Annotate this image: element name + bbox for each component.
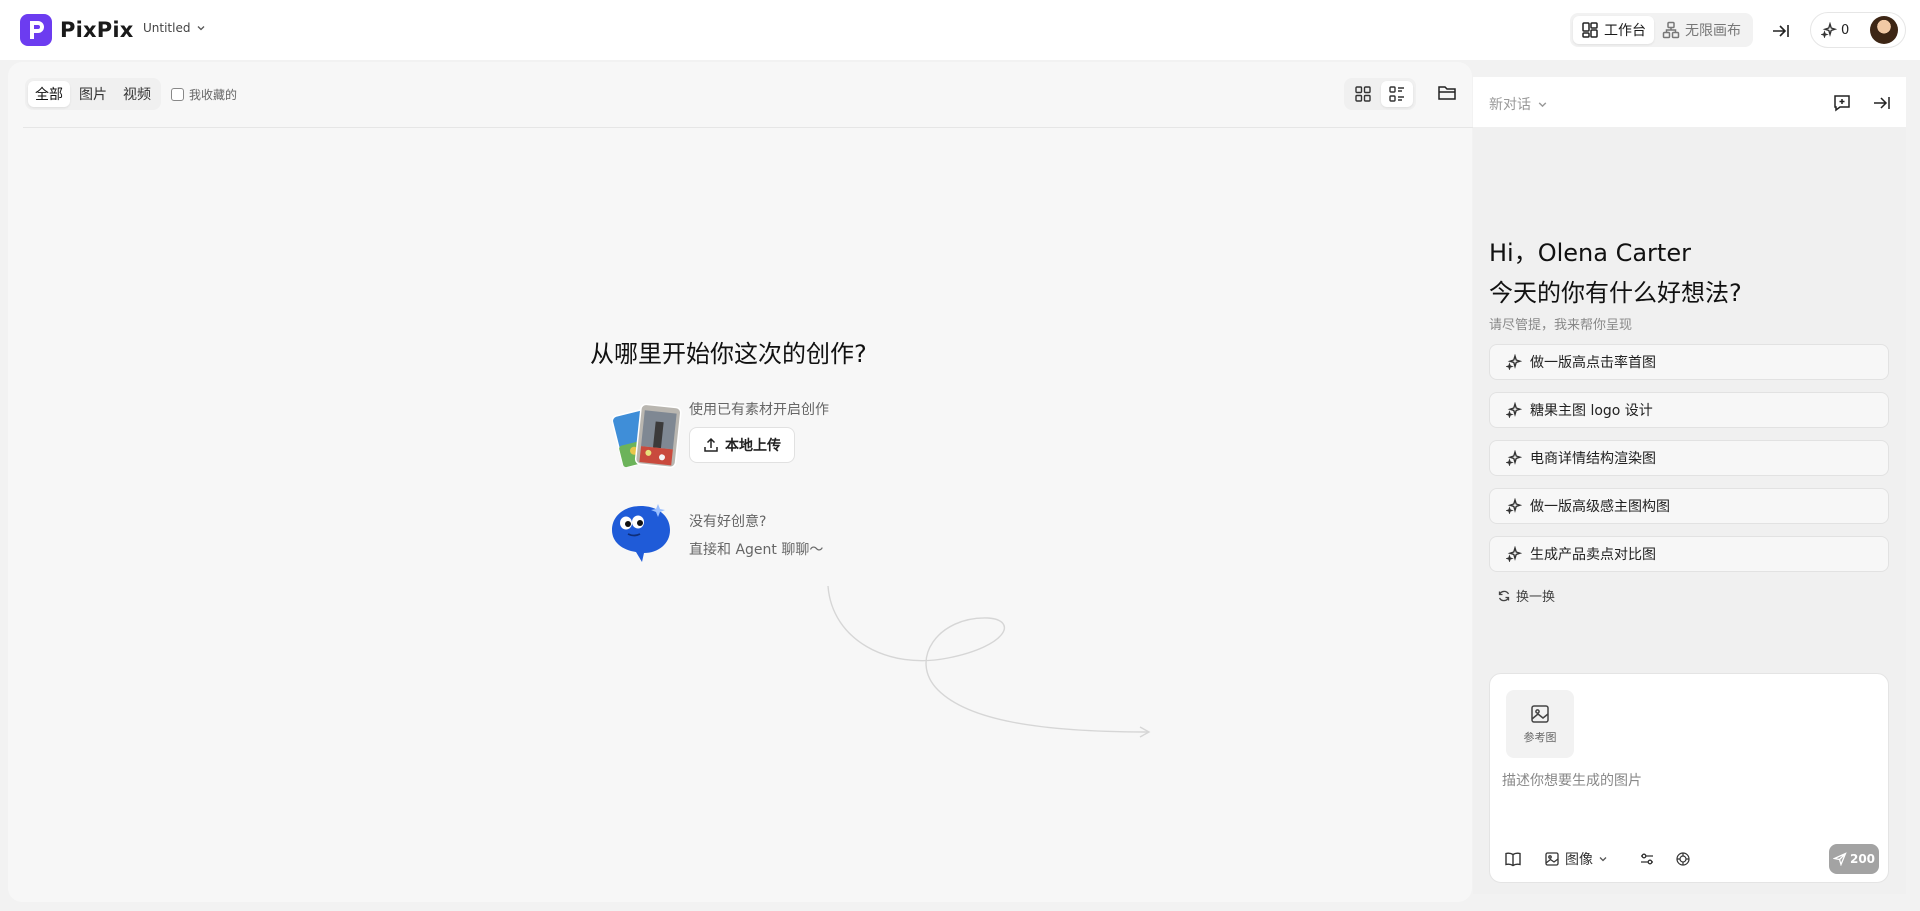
sitemap-icon	[1662, 21, 1680, 39]
new-chat-button[interactable]	[1831, 92, 1853, 114]
openai-icon	[1675, 851, 1691, 867]
sparkles-icon	[1821, 22, 1837, 38]
refresh-icon	[1497, 589, 1511, 603]
list-view-button[interactable]	[1381, 81, 1413, 107]
tab-videos[interactable]: 视频	[116, 81, 158, 107]
app-name: PixPix	[60, 18, 134, 42]
chevron-down-icon	[196, 23, 206, 33]
collapse-panel-button[interactable]	[1770, 20, 1792, 42]
image-icon	[1529, 703, 1551, 725]
arrow-right-bar-icon	[1871, 92, 1893, 114]
sparkles-icon	[1506, 402, 1522, 418]
empty-state-title: 从哪里开始你这次的创作?	[590, 340, 867, 368]
suggestion-chip[interactable]: 生成产品卖点对比图	[1489, 536, 1889, 572]
image-icon	[1544, 851, 1560, 867]
sample-images-thumbnail	[612, 402, 686, 472]
book-button[interactable]	[1502, 848, 1524, 870]
filter-bar: 全部 图片 视频 我收藏的	[25, 78, 237, 110]
suggestion-label: 做一版高级感主图构图	[1530, 499, 1670, 515]
upload-caption: 使用已有素材开启创作	[689, 402, 829, 418]
idea-hint: 直接和 Agent 聊聊～	[689, 542, 824, 558]
workspace-panel: 全部 图片 视频 我收藏的	[8, 62, 1473, 902]
divider	[23, 127, 1473, 128]
sparkles-icon	[1506, 450, 1522, 466]
send-cost: 200	[1849, 852, 1876, 866]
chat-panel: 新对话 Hi，Olena Carter 今天的你有什么好想法? 请尽管提，我来帮…	[1473, 77, 1906, 894]
grid-view-button[interactable]	[1347, 81, 1379, 107]
chevron-down-icon	[1598, 854, 1608, 864]
idea-question: 没有好创意?	[689, 514, 767, 530]
favorites-checkbox[interactable]	[171, 87, 184, 101]
tab-all[interactable]: 全部	[28, 81, 70, 107]
grid-view-icon	[1354, 85, 1372, 103]
reference-image-button[interactable]: 参考图	[1506, 690, 1574, 758]
canvas-tab[interactable]: 无限画布	[1654, 16, 1749, 44]
chevron-down-icon	[1537, 99, 1548, 110]
canvas-label: 无限画布	[1685, 23, 1741, 39]
credits-count: 0	[1841, 22, 1850, 38]
arrow-decoration	[818, 580, 1158, 740]
chat-header: 新对话	[1473, 77, 1906, 127]
grid-layout-icon	[1581, 21, 1599, 39]
upload-icon	[703, 437, 719, 453]
message-plus-icon	[1831, 92, 1853, 114]
sparkles-icon	[1506, 546, 1522, 562]
prompt-composer: 参考图 图像	[1489, 673, 1889, 883]
suggestion-label: 生成产品卖点对比图	[1530, 547, 1656, 563]
suggestion-label: 做一版高点击率首图	[1530, 355, 1656, 371]
pixpix-logo-icon	[20, 14, 52, 46]
prompt-input[interactable]	[1502, 770, 1878, 830]
file-title: Untitled	[143, 21, 191, 35]
settings-button[interactable]	[1636, 848, 1658, 870]
workspace-label: 工作台	[1604, 23, 1646, 39]
greeting-line-2: 今天的你有什么好想法?	[1489, 279, 1742, 307]
top-bar: PixPix Untitled 工作台 无限画布 0	[0, 0, 1920, 60]
workspace-tab[interactable]: 工作台	[1573, 16, 1654, 44]
model-type-dropdown[interactable]: 图像	[1544, 848, 1608, 870]
suggestion-chip[interactable]: 糖果主图 logo 设计	[1489, 392, 1889, 428]
media-filter-tabs: 全部 图片 视频	[25, 78, 161, 110]
folder-button[interactable]	[1434, 80, 1460, 106]
greeting-line-1: Hi，Olena Carter	[1489, 239, 1691, 267]
tab-images[interactable]: 图片	[72, 81, 114, 107]
suggestion-label: 电商详情结构渲染图	[1530, 451, 1656, 467]
conversation-dropdown[interactable]: 新对话	[1489, 94, 1548, 114]
suggestion-chip[interactable]: 做一版高点击率首图	[1489, 344, 1889, 380]
send-button[interactable]: 200	[1829, 844, 1879, 874]
sparkles-icon	[1506, 354, 1522, 370]
collapse-chat-button[interactable]	[1871, 92, 1893, 114]
suggestion-chip[interactable]: 做一版高级感主图构图	[1489, 488, 1889, 524]
local-upload-button[interactable]: 本地上传	[689, 427, 795, 463]
avatar[interactable]	[1870, 16, 1898, 44]
send-icon	[1832, 852, 1847, 866]
brand[interactable]: PixPix	[20, 14, 133, 46]
refresh-label: 换一换	[1516, 590, 1556, 605]
favorites-filter[interactable]: 我收藏的	[171, 86, 237, 103]
greeting-subtitle: 请尽管提，我来帮你呈现	[1489, 318, 1633, 333]
list-view-icon	[1388, 85, 1406, 103]
style-button[interactable]	[1672, 848, 1694, 870]
folder-icon	[1437, 84, 1457, 102]
view-mode-toggle	[1344, 78, 1416, 110]
file-title-dropdown[interactable]: Untitled	[143, 21, 206, 35]
mode-switch: 工作台 无限画布	[1570, 13, 1753, 47]
suggestion-chip[interactable]: 电商详情结构渲染图	[1489, 440, 1889, 476]
model-label: 图像	[1565, 852, 1593, 868]
sliders-icon	[1639, 851, 1655, 867]
suggestion-label: 糖果主图 logo 设计	[1530, 403, 1653, 419]
sparkles-icon	[1506, 498, 1522, 514]
reference-image-label: 参考图	[1523, 731, 1557, 744]
agent-mascot-icon	[608, 500, 674, 566]
refresh-suggestions-button[interactable]: 换一换	[1497, 586, 1555, 605]
conversation-label: 新对话	[1489, 97, 1531, 113]
favorites-label: 我收藏的	[189, 87, 238, 102]
book-icon	[1504, 850, 1522, 868]
local-upload-label: 本地上传	[725, 438, 781, 454]
